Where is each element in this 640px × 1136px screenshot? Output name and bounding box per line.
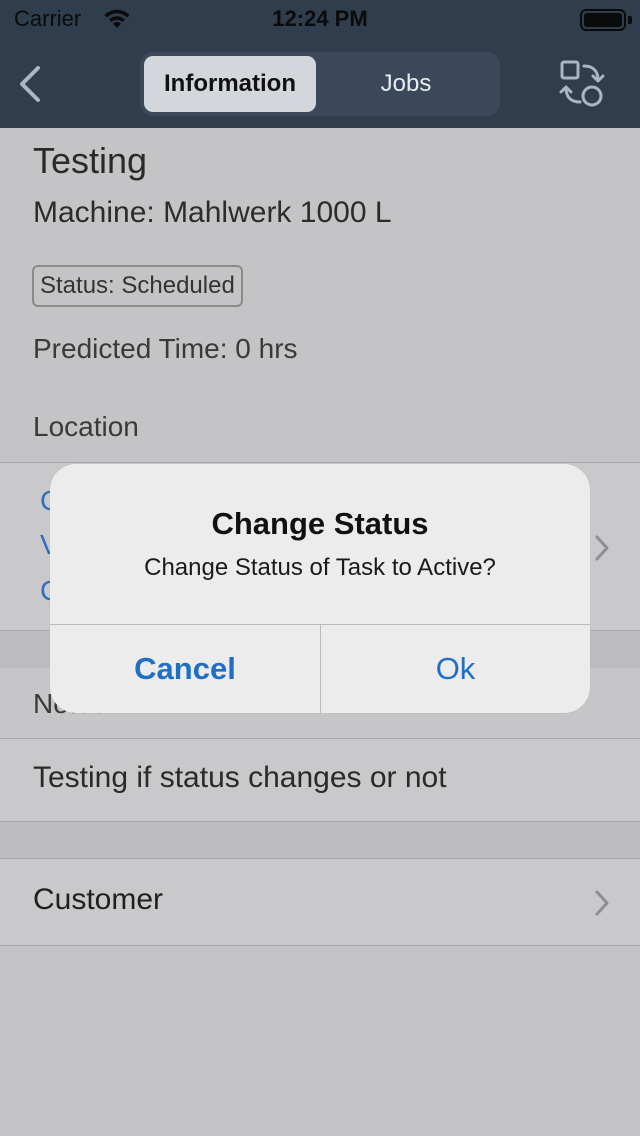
location-label: Location (33, 411, 139, 442)
change-status-alert: Change Status Change Status of Task to A… (50, 464, 590, 713)
chevron-right-icon (595, 890, 609, 916)
swap-shapes-icon[interactable] (558, 58, 606, 110)
ok-button[interactable]: Ok (321, 625, 590, 713)
navigation-bar: Carrier 12:24 PM Information Jobs (0, 0, 640, 128)
alert-title: Change Status (211, 506, 429, 541)
status-badge[interactable]: Status: Scheduled (32, 265, 243, 307)
section-gap (0, 822, 640, 858)
customer-label: Customer (33, 883, 164, 916)
notes-row: Testing if status changes or not (0, 738, 640, 822)
customer-row[interactable]: Customer (0, 858, 640, 946)
screen: Carrier 12:24 PM Information Jobs Testin… (0, 0, 640, 1136)
tab-information[interactable]: Information (144, 56, 316, 112)
task-title: Testing (33, 140, 148, 181)
tab-jobs[interactable]: Jobs (316, 56, 496, 112)
battery-icon (580, 9, 626, 31)
clock: 12:24 PM (272, 6, 368, 31)
chevron-right-icon (595, 535, 609, 561)
alert-message: Change Status of Task to Active? (144, 554, 496, 581)
segmented-control: Information Jobs (140, 52, 500, 116)
status-bar: Carrier 12:24 PM (0, 0, 640, 40)
notes-text: Testing if status changes or not (33, 761, 447, 794)
back-button[interactable] (12, 62, 52, 106)
battery-tip (628, 16, 632, 24)
cancel-button[interactable]: Cancel (50, 625, 320, 713)
predicted-time: Predicted Time: 0 hrs (33, 333, 298, 364)
machine-label: Machine: Mahlwerk 1000 L (33, 196, 392, 229)
